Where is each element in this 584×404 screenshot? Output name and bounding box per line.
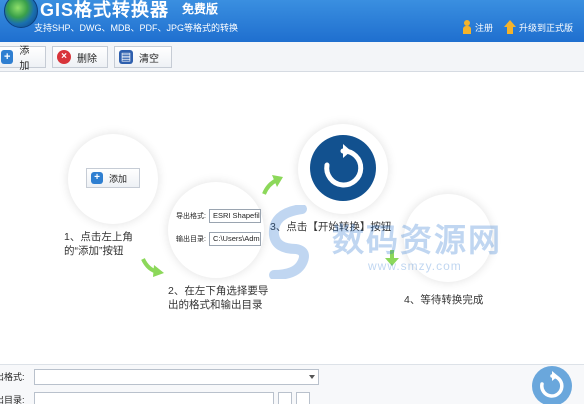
register-link[interactable]: 注册: [462, 20, 493, 34]
step2-text: 2、在左下角选择要导 出的格式和输出目录: [168, 284, 268, 312]
step1-text: 1、点击左上角 的“添加”按钮: [64, 230, 133, 258]
mini-output-value: C:\Users\Adm: [208, 232, 261, 246]
mini-output-label: 输出目录:: [176, 236, 206, 243]
refresh-icon: [540, 371, 564, 398]
clear-button[interactable]: ▤ 清空: [114, 46, 172, 68]
mini-output-row: 输出目录: C:\Users\Adm: [176, 232, 261, 246]
mini-export-row: 导出格式: ESRI Shapefile: [176, 209, 261, 223]
arrow-up-icon: [504, 20, 516, 34]
browse-folder-button[interactable]: [278, 392, 292, 404]
trash-icon: ▤: [119, 50, 133, 64]
refresh-icon: [324, 144, 364, 188]
clear-button-label: 清空: [139, 53, 159, 65]
step1-line1: 1、点击左上角: [64, 231, 133, 243]
mini-add-label: 添加: [109, 173, 128, 184]
delete-button[interactable]: × 删除: [52, 46, 108, 68]
mini-export-label: 导出格式:: [176, 213, 206, 220]
app-title: GIS格式转换器: [40, 0, 170, 20]
plus-icon: +: [1, 50, 14, 64]
green-arrow-icon: [141, 258, 164, 277]
delete-button-label: 删除: [77, 53, 97, 65]
globe-logo-icon: [4, 0, 38, 28]
output-dir-input[interactable]: [34, 392, 274, 404]
dir-label: 输出目录:: [0, 395, 25, 404]
open-folder-button[interactable]: [296, 392, 310, 404]
green-arrow-icon: [385, 250, 399, 266]
delete-x-icon: ×: [57, 50, 71, 64]
settings-panel: 导出格式: 输出目录:: [0, 364, 584, 404]
green-arrow-icon: [262, 175, 283, 195]
watermark-logo-icon: [268, 205, 309, 279]
step4-text: 4、等待转换完成: [404, 294, 484, 306]
register-label: 注册: [475, 22, 494, 33]
upgrade-label: 升级到正式版: [519, 22, 574, 33]
toolbar: + 添加 × 删除 ▤ 清空: [0, 42, 584, 72]
format-select[interactable]: [34, 369, 319, 385]
step4-circle: [404, 194, 492, 282]
step3-text: 3、点击【开始转换】按钮: [270, 221, 392, 233]
title-bar: GIS格式转换器 免费版 支持SHP、DWG、MDB、PDF、JPG等格式的转换…: [0, 0, 584, 42]
add-button[interactable]: + 添加: [0, 46, 46, 72]
chevron-down-icon: [309, 375, 315, 379]
step2-line2: 出的格式和输出目录: [168, 299, 263, 311]
step2-circle: [168, 182, 264, 278]
start-convert-button[interactable]: [532, 366, 572, 404]
edition-label: 免费版: [182, 2, 219, 16]
add-button-label: 添加: [19, 46, 30, 72]
mini-export-value: ESRI Shapefile: [208, 209, 261, 223]
format-label: 导出格式:: [0, 372, 25, 382]
person-icon: [462, 20, 472, 34]
plus-icon: +: [91, 172, 103, 184]
step1-line2: 的“添加”按钮: [64, 245, 124, 257]
step2-line1: 2、在左下角选择要导: [168, 285, 269, 297]
mini-add-button: + 添加: [86, 168, 140, 188]
start-convert-illustration: [310, 135, 376, 201]
app-subtitle: 支持SHP、DWG、MDB、PDF、JPG等格式的转换: [34, 23, 239, 33]
upgrade-link[interactable]: 升级到正式版: [504, 20, 573, 34]
